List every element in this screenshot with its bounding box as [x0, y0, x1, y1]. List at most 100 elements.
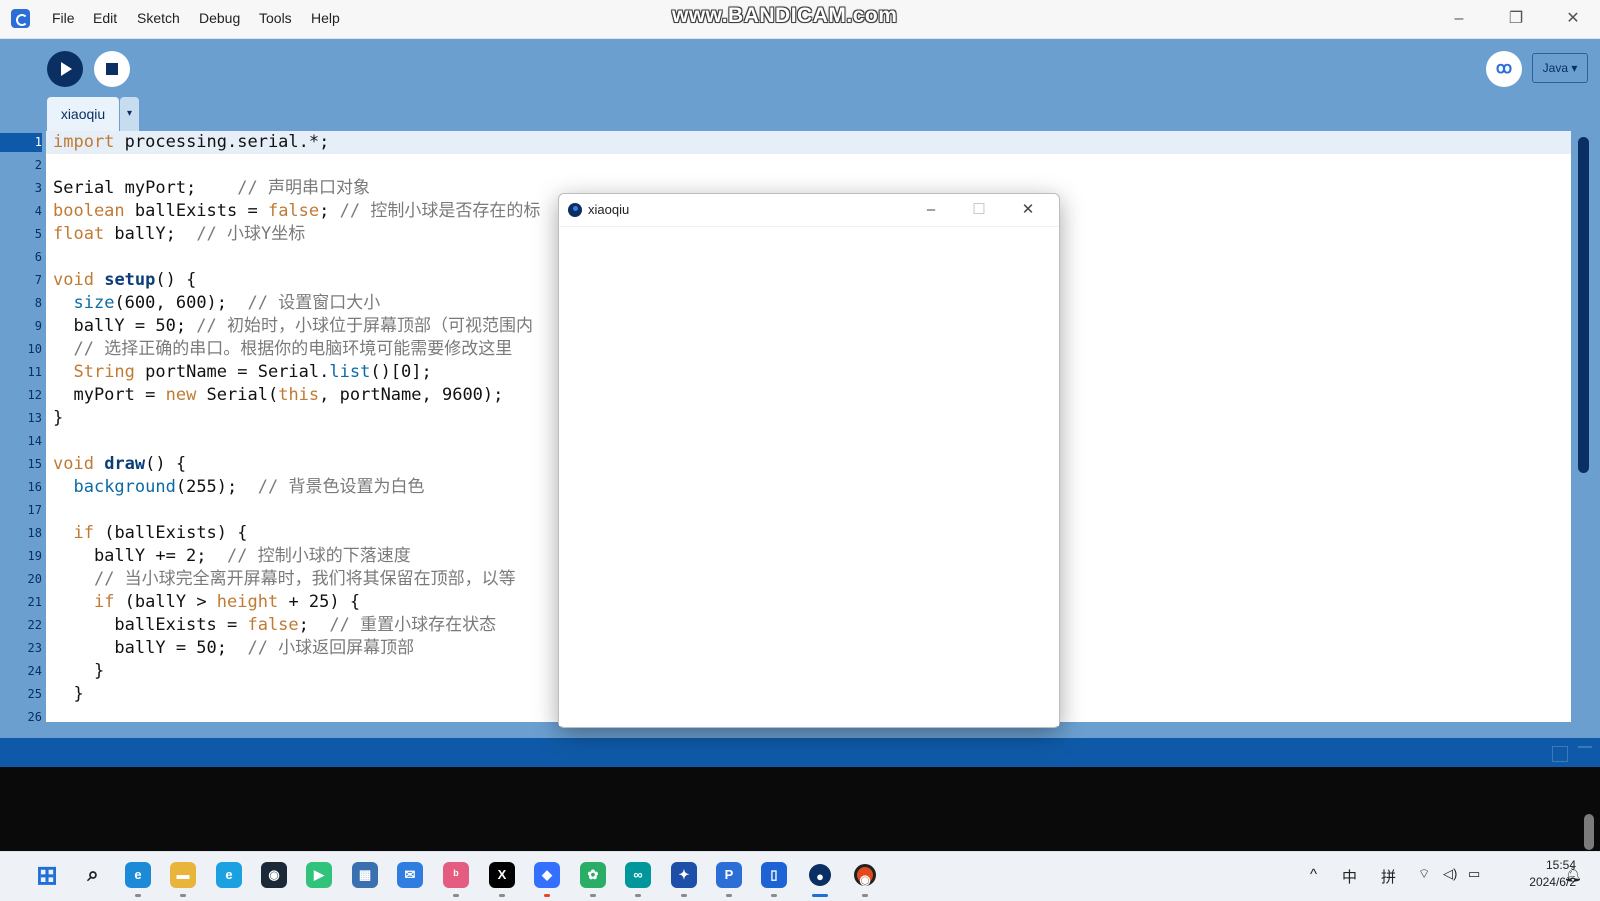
- menu-tools[interactable]: Tools: [259, 10, 292, 26]
- taskbar-calendar-icon[interactable]: ▦: [352, 862, 378, 888]
- toolbar: ꝏ Java ▾ xiaoqiu ▾: [0, 39, 1600, 131]
- taskbar-search-icon[interactable]: ⌕: [80, 862, 106, 888]
- taskbar-running-indicator: [135, 894, 141, 897]
- ime-language-indicator[interactable]: 中: [1342, 866, 1357, 887]
- taskbar-media-player-icon[interactable]: ▶: [306, 862, 332, 888]
- mode-selector[interactable]: Java ▾: [1532, 53, 1588, 83]
- taskbar-obs-icon[interactable]: ◉: [854, 864, 876, 887]
- line-number: 2: [34, 158, 42, 172]
- line-number: 6: [34, 250, 42, 264]
- taskbar-app-blue-icon[interactable]: ✦: [671, 862, 697, 888]
- menu-debug[interactable]: Debug: [199, 10, 240, 26]
- menu-help[interactable]: Help: [311, 10, 340, 26]
- debugger-button[interactable]: ꝏ: [1486, 51, 1522, 87]
- taskbar-wechat-icon[interactable]: ✿: [580, 862, 606, 888]
- line-number: 19: [27, 549, 42, 563]
- taskbar-running-indicator: [771, 894, 777, 897]
- ime-mode-indicator[interactable]: 拼: [1381, 866, 1396, 887]
- notification-bell-icon[interactable]: 🔔︎: [1564, 866, 1582, 883]
- taskbar-processing-icon[interactable]: P: [716, 862, 742, 888]
- sketch-window[interactable]: xiaoqiu – ☐ ✕: [558, 193, 1060, 728]
- restore-button[interactable]: ❐: [1501, 6, 1531, 32]
- copy-console-icon[interactable]: [1552, 746, 1568, 762]
- taskbar-running-indicator: [544, 894, 550, 897]
- code-line: myPort = new Serial(this, portName, 9600…: [53, 385, 504, 405]
- line-number: 16: [27, 480, 42, 494]
- taskbar-edge-icon[interactable]: e: [125, 862, 151, 888]
- taskbar-browser-icon[interactable]: e: [216, 862, 242, 888]
- console-area[interactable]: [0, 767, 1600, 851]
- line-number: 17: [27, 503, 42, 517]
- line-number: 21: [27, 595, 42, 609]
- close-button[interactable]: ✕: [1558, 6, 1588, 32]
- code-line: }: [53, 408, 64, 428]
- taskbar-arduino-icon[interactable]: ∞: [625, 862, 651, 888]
- taskbar-running-indicator: [726, 894, 732, 897]
- collapse-console-icon[interactable]: [1578, 746, 1592, 762]
- code-line: }: [53, 661, 105, 681]
- taskbar-start-icon[interactable]: ⊞: [34, 862, 60, 888]
- taskbar-running-indicator: [812, 894, 828, 897]
- taskbar-mail-icon[interactable]: ✉: [397, 862, 423, 888]
- debugger-icon: ꝏ: [1495, 60, 1513, 77]
- taskbar-running-indicator: [453, 894, 459, 897]
- menu-edit[interactable]: Edit: [93, 10, 117, 26]
- sketch-window-titlebar[interactable]: xiaoqiu – ☐ ✕: [559, 194, 1059, 227]
- taskbar-running-indicator: [499, 894, 505, 897]
- run-button[interactable]: [47, 51, 83, 87]
- line-number: 1: [0, 133, 42, 152]
- taskbar-feishu-icon[interactable]: ◆: [534, 862, 560, 888]
- sketch-canvas[interactable]: [559, 227, 1059, 726]
- taskbar-running-indicator: [180, 894, 186, 897]
- code-line: background(255); // 背景色设置为白色: [73, 477, 425, 497]
- code-line: float ballY; // 小球Y坐标: [53, 224, 306, 244]
- processing-app-icon: [568, 203, 582, 217]
- line-number: 9: [34, 319, 42, 333]
- line-number: 23: [27, 641, 42, 655]
- tab-menu-button[interactable]: ▾: [120, 97, 139, 131]
- stop-button[interactable]: [94, 51, 130, 87]
- minimize-button[interactable]: –: [1444, 6, 1474, 32]
- taskbar-sketch-running-icon[interactable]: ●: [809, 864, 831, 886]
- code-line: boolean ballExists = false; // 控制小球是否存在的…: [53, 201, 541, 221]
- taskbar-tencent-doc-icon[interactable]: ▯: [761, 862, 787, 888]
- wifi-icon[interactable]: ⌔: [1418, 866, 1430, 882]
- code-line: ballY += 2; // 控制小球的下落速度: [53, 546, 411, 566]
- taskbar-x-icon[interactable]: X: [489, 862, 515, 888]
- line-number: 15: [27, 457, 42, 471]
- taskbar-steam-icon[interactable]: ◉: [261, 862, 287, 888]
- editor-scrollbar-thumb[interactable]: [1578, 137, 1589, 473]
- line-number: 22: [27, 618, 42, 632]
- tray-overflow-chevron[interactable]: ^: [1310, 866, 1317, 883]
- taskbar-file-explorer-icon[interactable]: ▬: [170, 862, 196, 888]
- sketch-maximize-button[interactable]: ☐: [965, 198, 993, 222]
- code-line: // 当小球完全离开屏幕时，我们将其保留在顶部，以等: [93, 569, 516, 589]
- code-line: if (ballY > height + 25) {: [93, 592, 361, 612]
- sketch-minimize-button[interactable]: –: [917, 198, 945, 222]
- code-line: String portName = Serial.list()[0];: [73, 362, 432, 382]
- console-scrollbar[interactable]: [1584, 814, 1594, 850]
- code-line: ballExists = false; // 重置小球存在状态: [53, 615, 497, 635]
- line-number: 13: [27, 411, 42, 425]
- code-line: // 选择正确的串口。根据你的电脑环境可能需要修改这里: [73, 339, 513, 359]
- line-number: 3: [34, 181, 42, 195]
- menu-file[interactable]: File: [52, 10, 75, 26]
- volume-icon[interactable]: ◁): [1443, 866, 1457, 882]
- taskbar-running-indicator: [681, 894, 687, 897]
- code-line: Serial myPort; // 声明串口对象: [53, 178, 370, 198]
- tab-xiaoqiu[interactable]: xiaoqiu: [47, 97, 119, 131]
- code-line: void draw() {: [53, 454, 187, 474]
- line-number: 10: [27, 342, 42, 356]
- code-line: ballY = 50; // 初始时，小球位于屏幕顶部（可视范围内: [53, 316, 534, 336]
- code-line: void setup() {: [53, 270, 197, 290]
- bandicam-watermark: www.BANDICAM.com: [672, 4, 898, 27]
- taskbar-bilibili-icon[interactable]: ᵇ: [443, 862, 469, 888]
- line-number: 12: [27, 388, 42, 402]
- menu-sketch[interactable]: Sketch: [137, 10, 180, 26]
- battery-icon[interactable]: ▭: [1468, 866, 1480, 882]
- console-header: [0, 738, 1600, 767]
- line-number: 20: [27, 572, 42, 586]
- code-line: import processing.serial.*;: [53, 132, 330, 152]
- taskbar-running-indicator: [862, 894, 868, 897]
- sketch-close-button[interactable]: ✕: [1014, 198, 1042, 222]
